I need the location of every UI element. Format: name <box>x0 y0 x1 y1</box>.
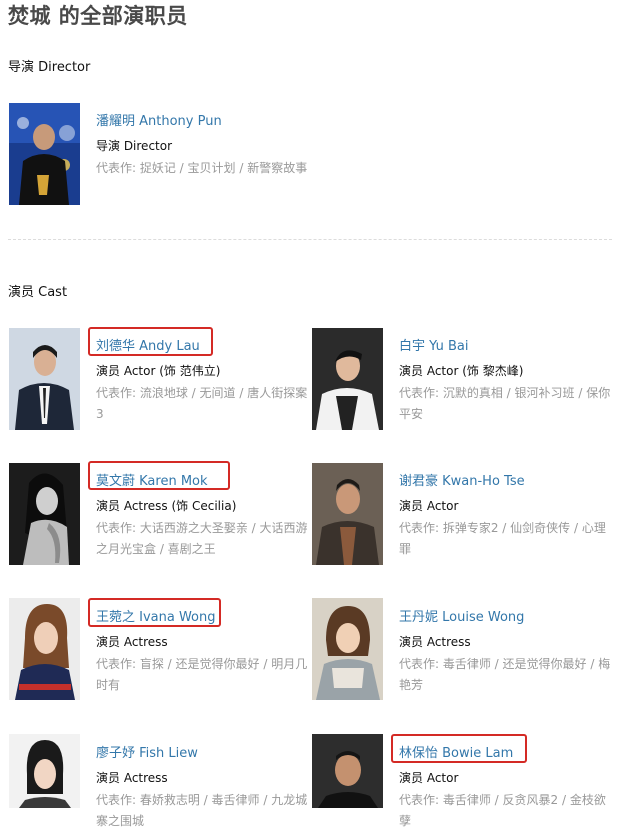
cast-role-karen-mok: 演员 Actress (饰 Cecilia) <box>96 499 237 513</box>
cast-works-ivana-wong: 代表作: 盲探 / 还是觉得你最好 / 明月几时有 <box>96 657 308 692</box>
director-section-title: 导演 Director <box>8 60 91 75</box>
cast-role-bowie-lam: 演员 Actor <box>399 771 459 785</box>
cast-works-andy-lau: 代表作: 流浪地球 / 无间道 / 唐人街探案3 <box>96 386 308 421</box>
page-title: 焚城 的全部演职员 <box>8 4 188 28</box>
cast-works-kwan-ho-tse: 代表作: 拆弹专家2 / 仙剑奇侠传 / 心理罪 <box>399 521 606 556</box>
cast-works-louise-wong: 代表作: 毒舌律师 / 还是觉得你最好 / 梅艳芳 <box>399 657 611 692</box>
director-works: 代表作: 捉妖记 / 宝贝计划 / 新警察故事 <box>96 161 308 175</box>
cast-name-link-bowie-lam[interactable]: 林保怡 Bowie Lam <box>399 742 513 761</box>
cast-name-link-louise-wong[interactable]: 王丹妮 Louise Wong <box>399 606 524 625</box>
cast-role-fish-liew: 演员 Actress <box>96 771 168 785</box>
cast-photo-karen-mok[interactable] <box>9 463 80 565</box>
cast-photo-bowie-lam[interactable] <box>312 734 383 808</box>
cast-photo-louise-wong[interactable] <box>312 598 383 700</box>
cast-name-link-kwan-ho-tse[interactable]: 谢君豪 Kwan-Ho Tse <box>399 470 525 489</box>
cast-photo-kwan-ho-tse[interactable] <box>312 463 383 565</box>
cast-photo-yu-bai[interactable] <box>312 328 383 430</box>
cast-photo-fish-liew[interactable] <box>9 734 80 808</box>
cast-role-andy-lau: 演员 Actor (饰 范伟立) <box>96 364 221 378</box>
cast-role-louise-wong: 演员 Actress <box>399 635 471 649</box>
cast-section-title: 演员 Cast <box>8 285 68 300</box>
cast-works-karen-mok: 代表作: 大话西游之大圣娶亲 / 大话西游之月光宝盒 / 喜剧之王 <box>96 521 308 556</box>
cast-works-bowie-lam: 代表作: 毒舌律师 / 反贪风暴2 / 金枝欲孽 <box>399 793 606 828</box>
cast-name-link-andy-lau[interactable]: 刘德华 Andy Lau <box>96 335 200 354</box>
cast-role-yu-bai: 演员 Actor (饰 黎杰峰) <box>399 364 524 378</box>
cast-name-link-yu-bai[interactable]: 白宇 Yu Bai <box>399 335 468 354</box>
cast-works-fish-liew: 代表作: 春娇救志明 / 毒舌律师 / 九龙城寨之围城 <box>96 793 308 828</box>
director-role: 导演 Director <box>96 139 173 153</box>
cast-works-yu-bai: 代表作: 沉默的真相 / 银河补习班 / 保你平安 <box>399 386 611 421</box>
cast-name-link-ivana-wong[interactable]: 王菀之 Ivana Wong <box>96 606 216 625</box>
director-photo[interactable] <box>9 103 80 205</box>
director-name-link[interactable]: 潘耀明 Anthony Pun <box>96 110 222 129</box>
cast-role-kwan-ho-tse: 演员 Actor <box>399 499 459 513</box>
cast-photo-ivana-wong[interactable] <box>9 598 80 700</box>
cast-role-ivana-wong: 演员 Actress <box>96 635 168 649</box>
cast-photo-andy-lau[interactable] <box>9 328 80 430</box>
cast-name-link-karen-mok[interactable]: 莫文蔚 Karen Mok <box>96 470 208 489</box>
cast-name-link-fish-liew[interactable]: 廖子妤 Fish Liew <box>96 742 198 761</box>
section-divider <box>8 239 612 240</box>
